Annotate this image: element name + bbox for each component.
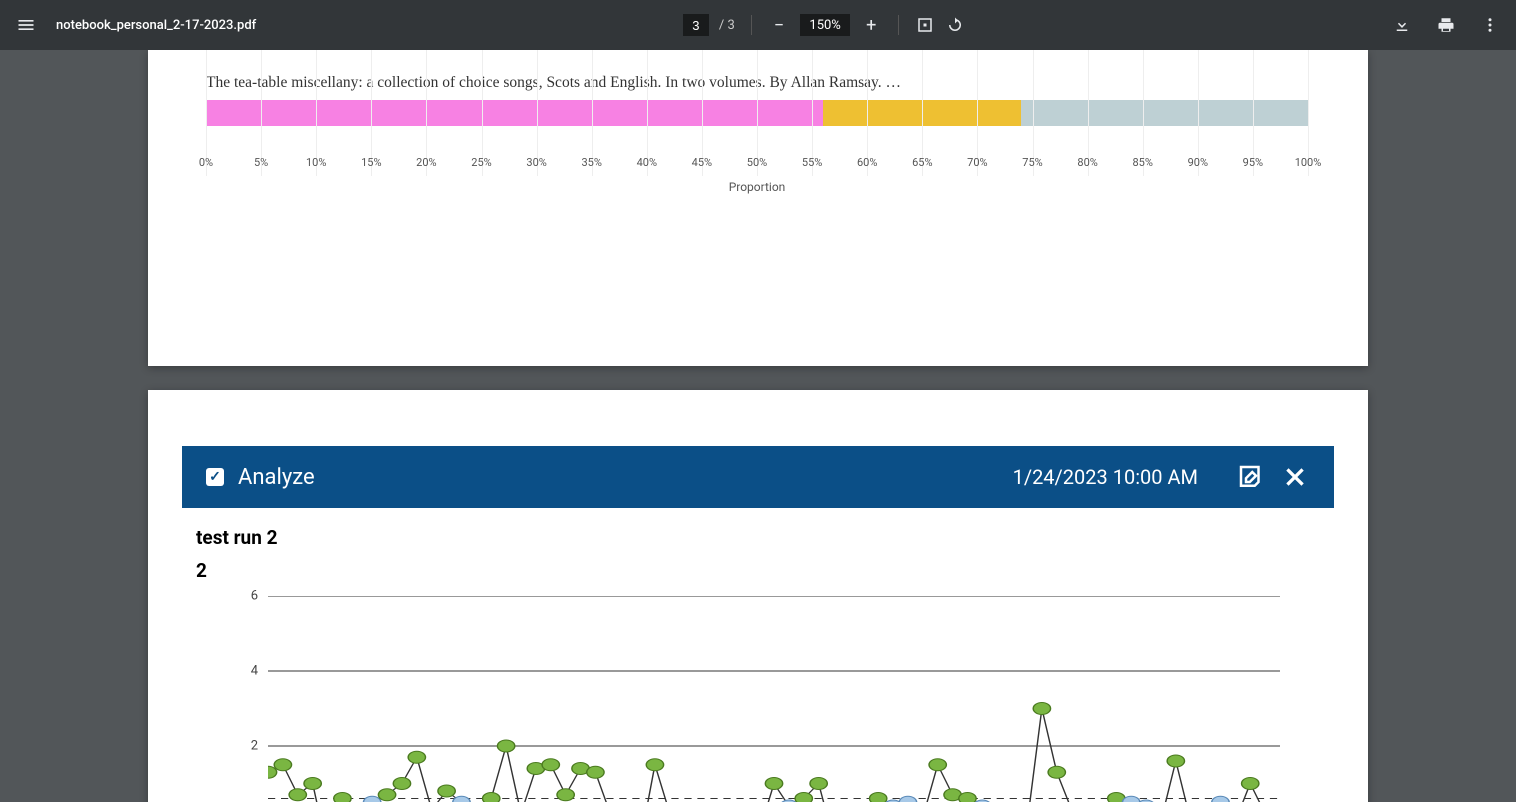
x-axis: 0%5%10%15%20%25%30%35%40%45%50%55%60%65%… bbox=[206, 156, 1308, 176]
x-tick: 80% bbox=[1077, 156, 1097, 169]
card-title: Analyze bbox=[238, 465, 999, 490]
card-body: test run 2 2 0246 nent Score bbox=[182, 508, 1334, 802]
pdf-page-current: ✓ Analyze 1/24/2023 10:00 AM test run 2 … bbox=[148, 390, 1368, 802]
x-tick: 0% bbox=[199, 156, 213, 169]
analyze-card: ✓ Analyze 1/24/2023 10:00 AM test run 2 … bbox=[182, 446, 1334, 802]
x-tick: 30% bbox=[526, 156, 546, 169]
zoom-in-button[interactable]: + bbox=[860, 15, 882, 36]
rotate-icon[interactable] bbox=[945, 15, 965, 35]
close-icon[interactable] bbox=[1280, 462, 1310, 492]
edit-note-icon[interactable] bbox=[1236, 462, 1266, 492]
x-tick: 75% bbox=[1022, 156, 1042, 169]
card-timestamp: 1/24/2023 10:00 AM bbox=[1013, 465, 1198, 489]
page-viewport[interactable]: The tea-table miscellany: a collection o… bbox=[0, 50, 1516, 802]
bar-segment-3 bbox=[1021, 100, 1308, 126]
x-tick: 20% bbox=[416, 156, 436, 169]
separator bbox=[751, 15, 752, 35]
x-tick: 55% bbox=[802, 156, 822, 169]
y-tick: 6 bbox=[251, 589, 258, 604]
stacked-bar-chart: The tea-table miscellany: a collection o… bbox=[206, 74, 1308, 194]
x-tick: 50% bbox=[747, 156, 767, 169]
card-header: ✓ Analyze 1/24/2023 10:00 AM bbox=[182, 446, 1334, 508]
pdf-toolbar: notebook_personal_2-17-2023.pdf / 3 − 15… bbox=[0, 0, 1516, 50]
y-tick: 4 bbox=[251, 664, 258, 679]
zoom-out-button[interactable]: − bbox=[768, 15, 790, 36]
x-tick: 65% bbox=[912, 156, 932, 169]
page-number-input[interactable] bbox=[683, 14, 709, 36]
menu-icon[interactable] bbox=[16, 15, 36, 35]
x-tick: 10% bbox=[306, 156, 326, 169]
zoom-value[interactable]: 150% bbox=[800, 14, 850, 36]
filename: notebook_personal_2-17-2023.pdf bbox=[56, 18, 256, 33]
x-tick: 95% bbox=[1243, 156, 1263, 169]
x-tick: 100% bbox=[1295, 156, 1322, 169]
page-total-value: 3 bbox=[728, 18, 735, 33]
x-tick: 15% bbox=[361, 156, 381, 169]
line-chart: 0246 nent Score bbox=[224, 596, 1280, 802]
chart2-title: test run 2 bbox=[196, 526, 1320, 549]
download-icon[interactable] bbox=[1392, 15, 1412, 35]
more-icon[interactable] bbox=[1480, 15, 1500, 35]
x-axis-label: Proportion bbox=[206, 180, 1308, 194]
y-axis: 0246 bbox=[224, 596, 264, 802]
x-tick: 45% bbox=[692, 156, 712, 169]
plot-area bbox=[268, 596, 1280, 802]
x-tick: 40% bbox=[637, 156, 657, 169]
page-total: / 3 bbox=[719, 18, 735, 33]
x-tick: 35% bbox=[581, 156, 601, 169]
x-tick: 5% bbox=[254, 156, 268, 169]
pdf-page-prev: The tea-table miscellany: a collection o… bbox=[148, 50, 1368, 366]
chart2-subtitle: 2 bbox=[196, 559, 1320, 582]
print-icon[interactable] bbox=[1436, 15, 1456, 35]
x-tick: 70% bbox=[967, 156, 987, 169]
fit-page-icon[interactable] bbox=[915, 15, 935, 35]
bar-segment-1 bbox=[206, 100, 823, 126]
y-tick: 2 bbox=[251, 739, 258, 754]
x-tick: 90% bbox=[1188, 156, 1208, 169]
x-tick: 25% bbox=[471, 156, 491, 169]
x-tick: 85% bbox=[1132, 156, 1152, 169]
analyze-checkbox[interactable]: ✓ bbox=[206, 468, 224, 486]
x-tick: 60% bbox=[857, 156, 877, 169]
separator bbox=[898, 15, 899, 35]
